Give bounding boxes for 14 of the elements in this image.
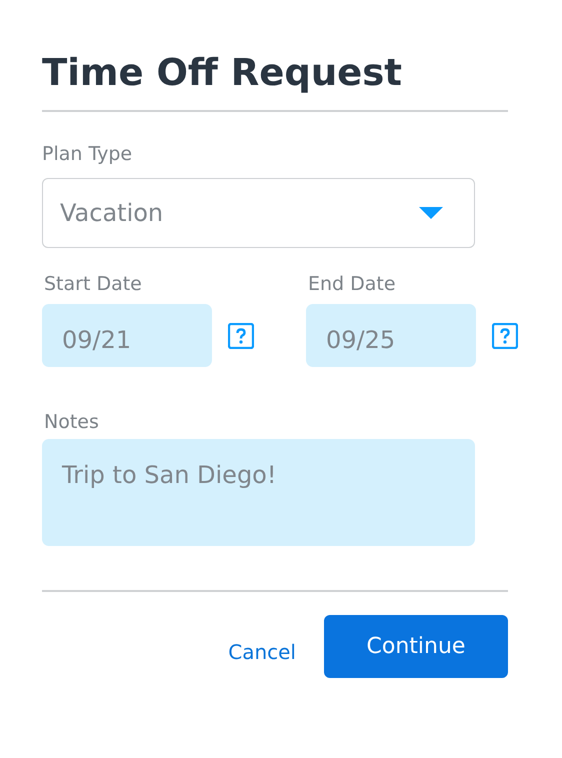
date-field[interactable]: 09/21 bbox=[42, 304, 212, 367]
field-label: Notes bbox=[43, 410, 100, 434]
cancel-link[interactable]: Cancel bbox=[228, 640, 296, 664]
date-field[interactable]: 09/25 bbox=[306, 304, 476, 367]
dropdown-caret-icon[interactable] bbox=[419, 207, 443, 219]
field-label: Plan Type bbox=[42, 142, 134, 166]
form-title: Time Off Request bbox=[42, 50, 403, 96]
continue-button[interactable]: Continue bbox=[324, 615, 508, 678]
help-icon[interactable] bbox=[492, 322, 518, 348]
help-icon[interactable] bbox=[228, 322, 254, 348]
field-label: Start Date bbox=[43, 272, 143, 296]
field-label: End Date bbox=[307, 272, 397, 296]
notes-field[interactable]: Trip to San Diego! bbox=[42, 439, 475, 546]
plan-type-dropdown[interactable]: Vacation bbox=[42, 178, 475, 248]
